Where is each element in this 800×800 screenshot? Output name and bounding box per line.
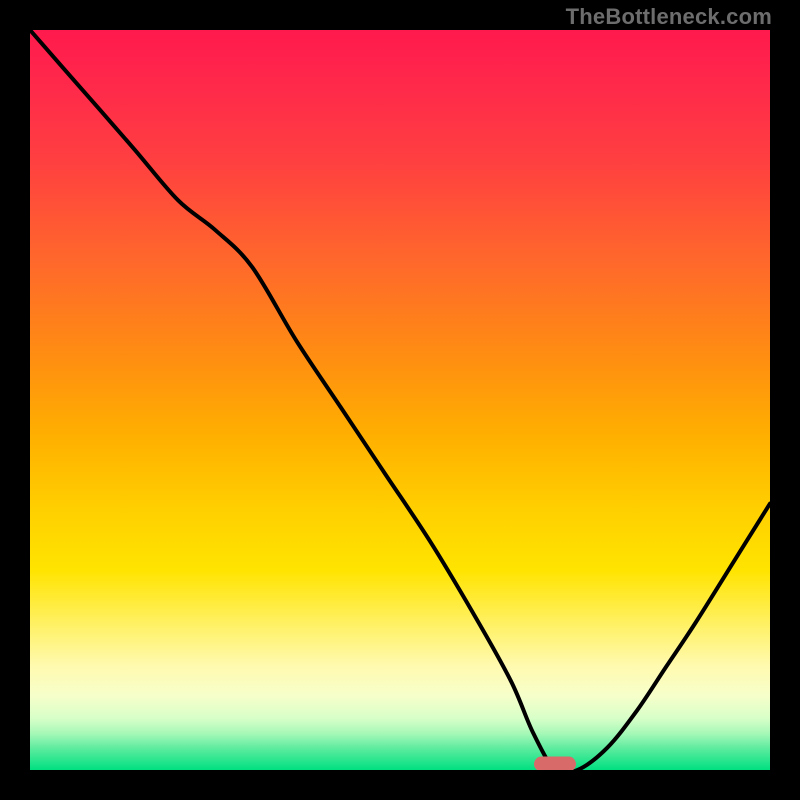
bottleneck-curve xyxy=(30,30,770,770)
optimal-marker xyxy=(534,757,576,771)
plot-area xyxy=(30,30,770,770)
watermark-text: TheBottleneck.com xyxy=(566,4,772,30)
chart-frame: TheBottleneck.com xyxy=(0,0,800,800)
